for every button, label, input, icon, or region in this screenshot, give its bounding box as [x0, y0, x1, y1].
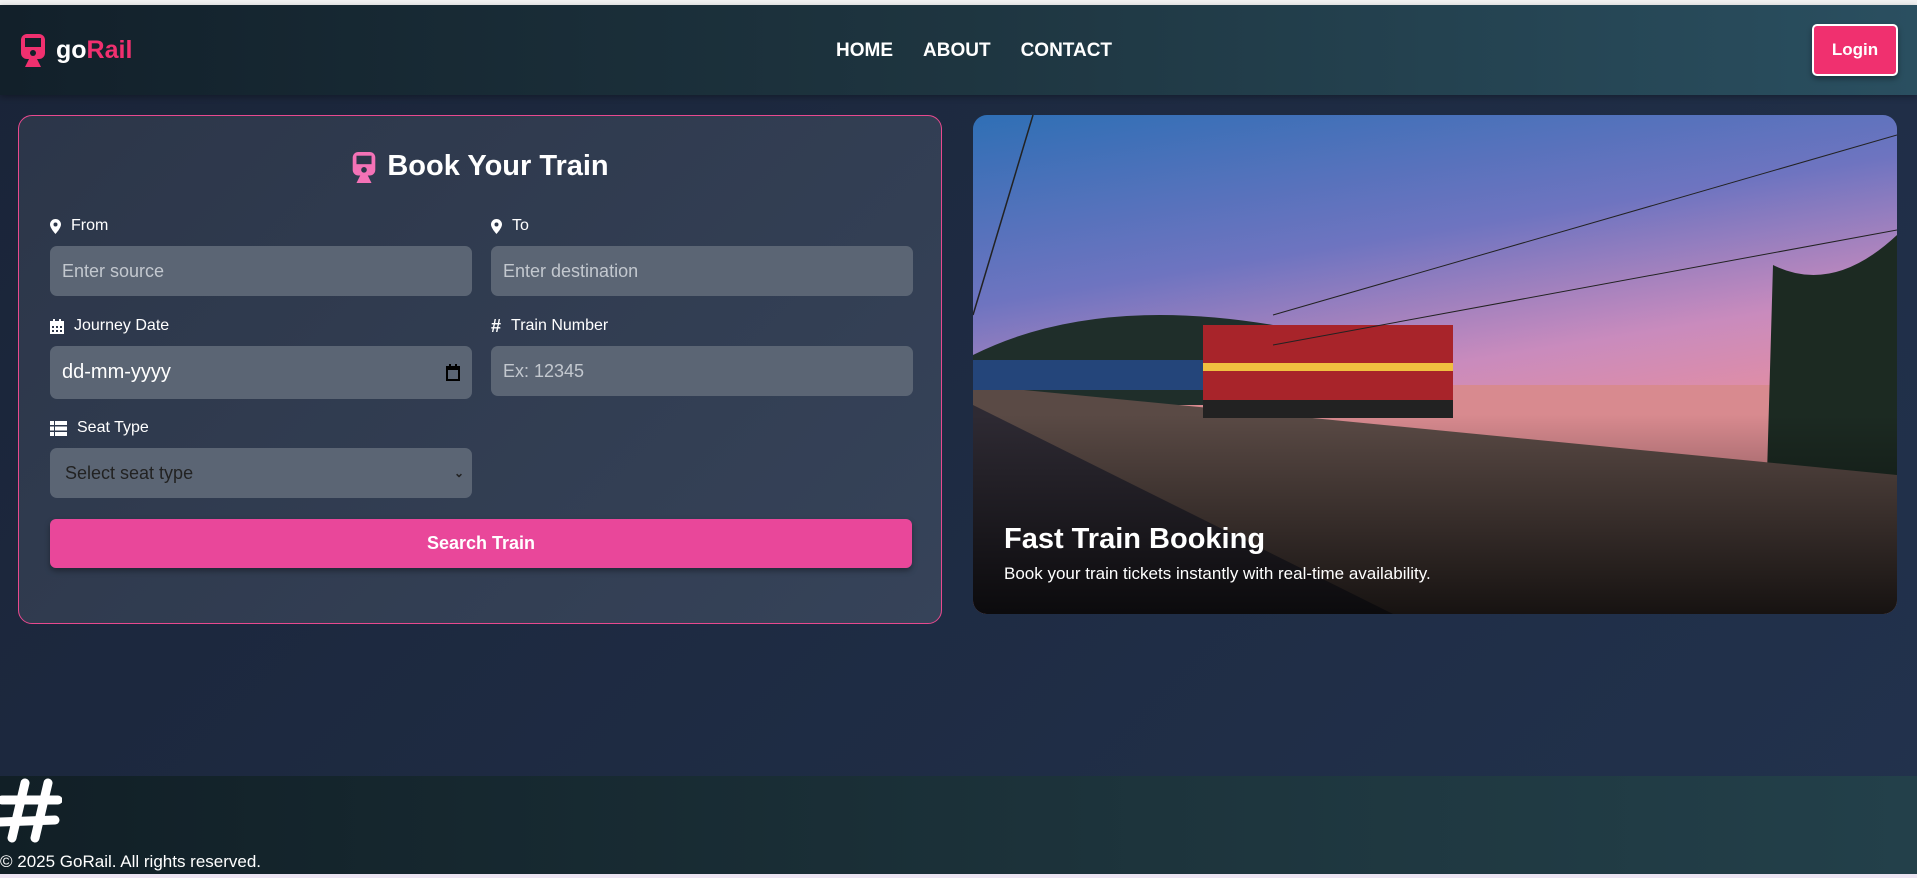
- map-marker-icon: [491, 218, 502, 234]
- date-label: Journey Date: [74, 317, 170, 334]
- chevron-down-icon: ⌄: [453, 466, 464, 480]
- hashtag-icon: [0, 778, 62, 843]
- calendar-picker-icon[interactable]: [446, 364, 460, 381]
- bottom-strip: [0, 874, 1917, 878]
- to-input[interactable]: [491, 246, 913, 296]
- calendar-icon: [50, 318, 64, 334]
- from-input[interactable]: [50, 246, 472, 296]
- train-icon: [353, 151, 376, 183]
- to-label: To: [512, 217, 529, 234]
- nav-home[interactable]: HOME: [836, 40, 893, 62]
- seat-type-field: Seat Type Select seat type ⌄: [50, 418, 472, 498]
- seat-type-label: Seat Type: [77, 419, 149, 436]
- hero-title: Fast Train Booking: [1004, 523, 1266, 555]
- from-field: From: [50, 216, 472, 296]
- to-field: To: [491, 216, 913, 296]
- navbar: goRail HOME ABOUT CONTACT Login: [0, 5, 1917, 95]
- train-number-field: # Train Number: [491, 316, 913, 396]
- hero-subtitle: Book your train tickets instantly with r…: [1004, 564, 1431, 583]
- nav-contact[interactable]: CONTACT: [1021, 40, 1112, 62]
- logo-suffix: Rail: [86, 35, 133, 64]
- logo-prefix: go: [56, 35, 87, 64]
- footer: © 2025 GoRail. All rights reserved.: [0, 776, 1917, 874]
- logo[interactable]: goRail: [20, 33, 132, 67]
- date-field: Journey Date dd-mm-yyyy: [50, 316, 472, 399]
- form-title: Book Your Train: [19, 150, 941, 183]
- hashtag-icon: #: [491, 315, 502, 336]
- search-train-button[interactable]: Search Train: [50, 519, 912, 568]
- nav-links: HOME ABOUT CONTACT: [836, 40, 1112, 62]
- train-number-label: Train Number: [511, 317, 609, 334]
- train-icon: [21, 34, 45, 67]
- map-marker-icon: [50, 218, 61, 234]
- seat-type-select[interactable]: Select seat type ⌄: [50, 448, 472, 498]
- nav-about[interactable]: ABOUT: [923, 40, 991, 62]
- form-title-text: Book Your Train: [387, 150, 609, 182]
- copyright: © 2025 GoRail. All rights reserved.: [0, 852, 262, 871]
- login-button[interactable]: Login: [1812, 24, 1898, 76]
- booking-card: Book Your Train From To Journey Date dd-…: [18, 115, 942, 624]
- list-icon: [50, 420, 67, 436]
- from-label: From: [71, 217, 109, 234]
- hero-caption: Fast Train Booking Book your train ticke…: [1004, 523, 1431, 584]
- date-input[interactable]: dd-mm-yyyy: [50, 346, 472, 399]
- hero-banner: Fast Train Booking Book your train ticke…: [973, 115, 1897, 614]
- train-number-input[interactable]: [491, 346, 913, 396]
